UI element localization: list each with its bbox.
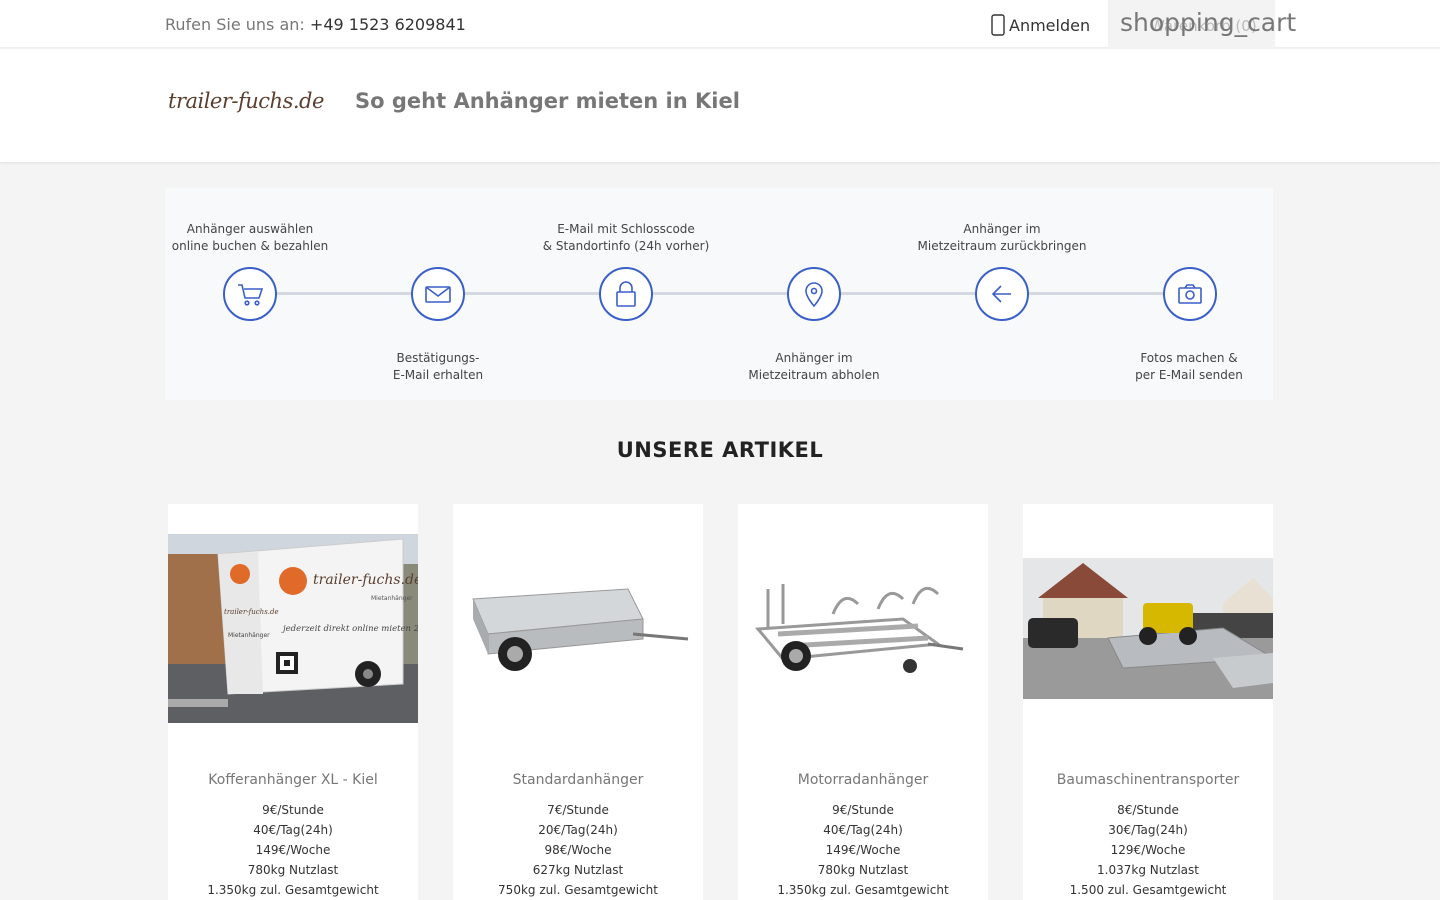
step-3-label: E-Mail mit Schlosscode & Standortinfo (24… bbox=[542, 222, 710, 253]
product-image[interactable]: trailer-fuchs.de Mietanhänger jederzeit … bbox=[168, 534, 418, 723]
step-5-circle bbox=[975, 267, 1029, 321]
cart-button[interactable]: Warenkorb (0) shopping_cart bbox=[1108, 0, 1296, 48]
how-it-works-banner: Anhänger auswählen online buchen & bezahl… bbox=[165, 188, 1273, 400]
step-6-label: Fotos machen & per E-Mail senden bbox=[1135, 351, 1243, 382]
mail-icon bbox=[425, 286, 451, 303]
product-card[interactable]: trailer-fuchs.de Mietanhänger jederzeit … bbox=[168, 504, 418, 900]
user-icon bbox=[991, 14, 1005, 36]
phone-number-link[interactable]: +49 1523 6209841 bbox=[310, 15, 466, 34]
site-logo[interactable]: trailer-fuchs.de bbox=[168, 89, 324, 113]
product-card[interactable]: Motorradanhänger 9€/Stunde 40€/Tag(24h) … bbox=[738, 504, 988, 900]
product-image[interactable] bbox=[453, 544, 703, 724]
product-specs: 8€/Stunde 30€/Tag(24h) 129€/Woche 1.037k… bbox=[1069, 803, 1227, 897]
section-title: UNSERE ARTIKEL bbox=[616, 438, 824, 462]
step-2-circle bbox=[411, 267, 465, 321]
location-pin-icon bbox=[805, 282, 823, 308]
product-card[interactable]: Standardanhänger 7€/Stunde 20€/Tag(24h) … bbox=[453, 504, 703, 900]
product-specs: 9€/Stunde 40€/Tag(24h) 149€/Woche 780kg … bbox=[777, 803, 949, 897]
lock-icon bbox=[616, 281, 636, 307]
step-1-label: Anhänger auswählen online buchen & bezahl… bbox=[171, 222, 329, 253]
page-title: So geht Anhänger mieten in Kiel bbox=[355, 89, 740, 113]
product-specs: 9€/Stunde 40€/Tag(24h) 149€/Woche 780kg … bbox=[207, 803, 379, 897]
step-2-label: Bestätigungs- E-Mail erhalten bbox=[392, 351, 484, 382]
arrow-left-icon bbox=[991, 285, 1011, 303]
top-bar: Rufen Sie uns an: +49 1523 6209841 Anmel… bbox=[0, 0, 1440, 48]
product-image[interactable] bbox=[738, 544, 988, 724]
product-name[interactable]: Standardanhänger bbox=[453, 772, 703, 788]
product-image[interactable] bbox=[1023, 558, 1273, 699]
product-name[interactable]: Baumaschinentransporter bbox=[1023, 772, 1273, 788]
site-header: trailer-fuchs.de So geht Anhänger mieten… bbox=[0, 49, 1440, 162]
phone-prefix: Rufen Sie uns an: bbox=[165, 15, 305, 34]
steps-connector-line bbox=[250, 292, 1190, 295]
step-4-label: Anhänger im Mietzeitraum abholen bbox=[748, 351, 880, 382]
step-6-circle bbox=[1163, 267, 1217, 321]
svg-text:Mietanhänger: Mietanhänger bbox=[228, 632, 270, 639]
product-name[interactable]: Motorradanhänger bbox=[738, 772, 988, 788]
svg-text:Mietanhänger: Mietanhänger bbox=[371, 595, 413, 602]
product-card[interactable]: Baumaschinentransporter 8€/Stunde 30€/Ta… bbox=[1023, 504, 1273, 900]
step-5-label: Anhänger im Mietzeitraum zurückbringen bbox=[917, 222, 1087, 253]
svg-text:jederzeit direkt online mieten: jederzeit direkt online mieten 24/7 bbox=[281, 624, 418, 634]
phone-info: Rufen Sie uns an: +49 1523 6209841 bbox=[165, 15, 466, 34]
svg-text:trailer-fuchs.de: trailer-fuchs.de bbox=[313, 572, 418, 588]
step-3-circle bbox=[599, 267, 653, 321]
step-4-circle bbox=[787, 267, 841, 321]
login-label: Anmelden bbox=[1009, 15, 1091, 35]
product-name[interactable]: Kofferanhänger XL - Kiel bbox=[168, 772, 418, 788]
camera-icon bbox=[1178, 284, 1202, 304]
shopping-cart-icon: shopping_cart bbox=[1120, 8, 1297, 37]
login-link[interactable]: Anmelden bbox=[991, 14, 1090, 36]
step-1-circle bbox=[223, 267, 277, 321]
cart-icon bbox=[238, 284, 264, 306]
product-specs: 7€/Stunde 20€/Tag(24h) 98€/Woche 627kg N… bbox=[498, 803, 658, 897]
svg-text:trailer-fuchs.de: trailer-fuchs.de bbox=[224, 608, 279, 616]
